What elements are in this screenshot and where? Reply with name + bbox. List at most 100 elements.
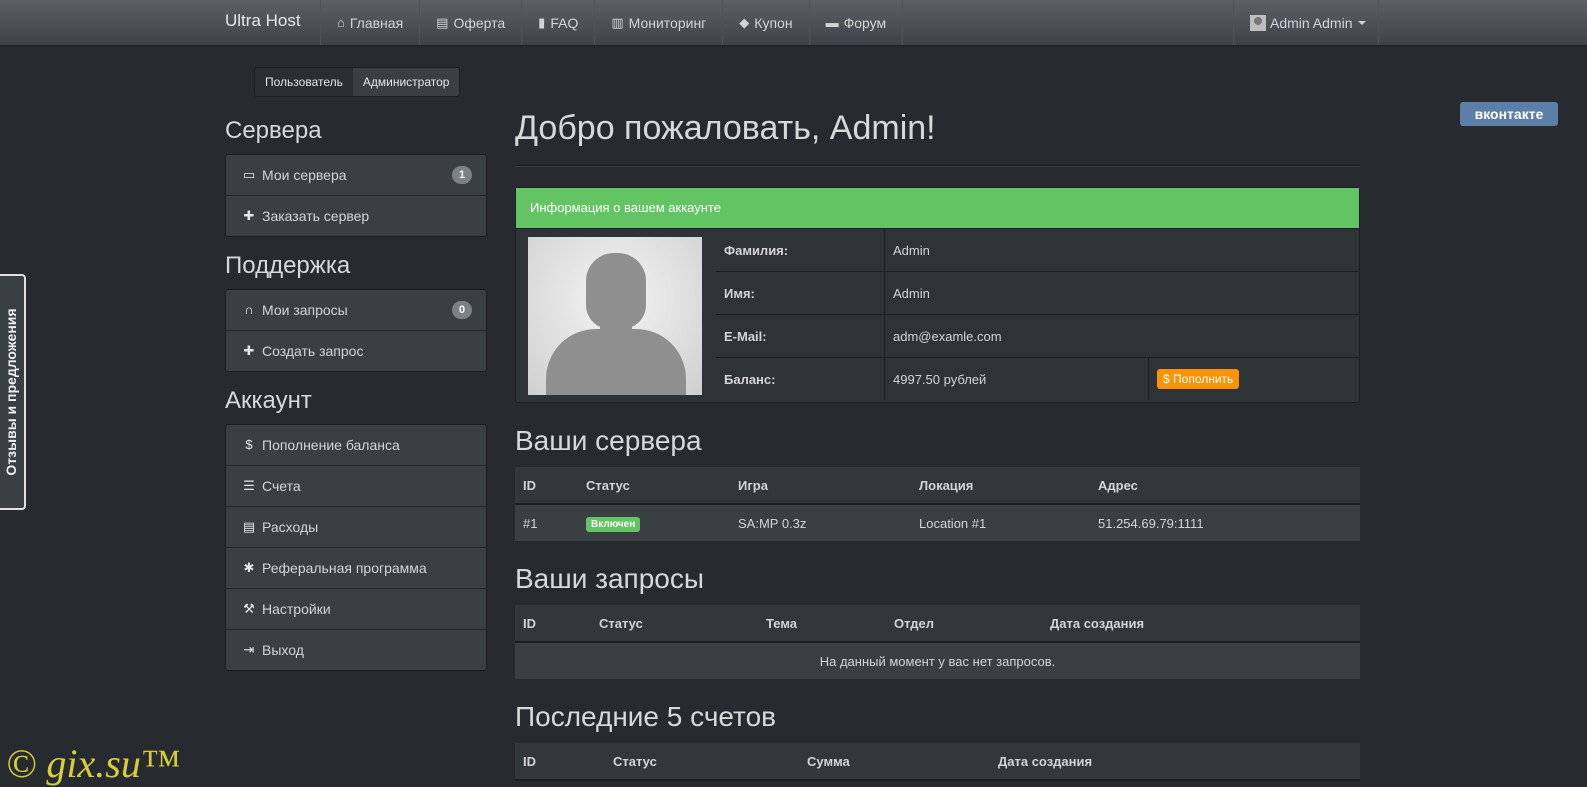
sidebar-item-expenses[interactable]: ▤ Расходы <box>226 506 486 547</box>
sidebar-servers-title: Сервера <box>225 117 322 144</box>
account-menu: $ Пополнение баланса ☰ Счета ▤ Расходы ✱… <box>225 424 487 671</box>
sidebar-support-title: Поддержка <box>225 252 351 279</box>
account-info-table: Фамилия: Admin Имя: Admin E-Mail: adm@ex… <box>716 229 1359 400</box>
role-admin-button[interactable]: Администратор <box>352 68 460 96</box>
nav-home-label: Главная <box>349 14 404 31</box>
col-header: ID <box>515 605 591 643</box>
info-empty-cell <box>1148 271 1359 315</box>
sidebar-item-label: Настройки <box>262 601 331 617</box>
col-header: Отдел <box>886 605 1042 643</box>
col-header: Адрес <box>1090 467 1360 505</box>
watermark: © gix.su™ <box>6 741 181 786</box>
top-navbar: Ultra Host ⌂ Главная ▤ Оферта ▮ FAQ ▥ Мо… <box>0 0 1587 46</box>
list-alt-icon: ▤ <box>242 519 256 534</box>
nav-forum[interactable]: ▬ Форум <box>808 0 904 45</box>
home-icon: ⌂ <box>337 14 345 30</box>
nav-offer[interactable]: ▤ Оферта <box>419 0 521 45</box>
info-label: Фамилия: <box>716 229 885 272</box>
invoices-table: ID Статус Сумма Дата создания <box>515 743 1360 781</box>
table-header-row: ID Статус Сумма Дата создания <box>515 743 1360 781</box>
info-value: Admin <box>884 271 1149 315</box>
col-header: ID <box>515 743 605 781</box>
table-row[interactable]: #1 Включен SA:MP 0.3z Location #1 51.254… <box>515 504 1360 541</box>
server-game: SA:MP 0.3z <box>730 504 911 541</box>
profile-avatar <box>528 237 702 395</box>
tag-icon: ◆ <box>739 14 750 30</box>
servers-table: ID Статус Игра Локация Адрес #1 Включен … <box>515 467 1360 541</box>
info-empty-cell <box>1148 314 1359 358</box>
col-header: Дата создания <box>1042 605 1360 643</box>
table-header-row: ID Статус Игра Локация Адрес <box>515 467 1360 505</box>
sidebar-item-create-request[interactable]: ✚ Создать запрос <box>226 330 486 371</box>
sidebar-item-label: Мои сервера <box>262 167 347 183</box>
sidebar-item-referral[interactable]: ✱ Реферальная программа <box>226 547 486 588</box>
nav-faq-label: FAQ <box>550 14 579 31</box>
sidebar-account-title: Аккаунт <box>225 387 312 414</box>
user-avatar-icon <box>1250 14 1266 31</box>
sidebar-item-order-server[interactable]: ✚ Заказать сервер <box>226 195 486 236</box>
sidebar-item-my-servers[interactable]: ▭ Мои сервера 1 <box>226 155 486 195</box>
server-id: #1 <box>515 504 578 541</box>
nav-coupon[interactable]: ◆ Купон <box>722 0 808 45</box>
sidebar-item-settings[interactable]: ⚒ Настройки <box>226 588 486 629</box>
feedback-tab[interactable]: Отзывы и предложения <box>0 274 26 510</box>
divider <box>515 165 1360 167</box>
sidebar-item-invoices[interactable]: ☰ Счета <box>226 465 486 506</box>
sidebar-item-label: Заказать сервер <box>262 208 370 224</box>
dollar-icon: $ <box>245 437 253 452</box>
avatar-silhouette-body <box>546 329 686 395</box>
sidebar-item-label: Реферальная программа <box>262 560 427 576</box>
chevron-down-icon <box>1358 20 1367 25</box>
vk-button[interactable]: вконтакте <box>1460 102 1558 126</box>
requests-table: ID Статус Тема Отдел Дата создания На да… <box>515 605 1360 679</box>
account-info-body: Фамилия: Admin Имя: Admin E-Mail: adm@ex… <box>516 229 1359 402</box>
page-title: Добро пожаловать, Admin! <box>515 109 936 147</box>
sidebar-item-logout[interactable]: ⇥ Выход <box>226 629 486 670</box>
support-menu: ∩ Мои запросы 0 ✚ Создать запрос <box>225 289 487 372</box>
nav-monitoring-label: Мониторинг <box>628 14 707 31</box>
headphones-icon: ∩ <box>244 302 254 317</box>
info-value: 4997.50 рублей <box>884 357 1149 400</box>
info-row-balance: Баланс: 4997.50 рублей $ Пополнить <box>716 357 1359 400</box>
main-content: Добро пожаловать, Admin! Информация о ва… <box>515 100 1360 781</box>
info-label: Имя: <box>716 271 885 315</box>
account-info-panel: Информация о вашем аккаунте Фамилия: Adm… <box>515 187 1360 403</box>
invoices-section-title: Последние 5 счетов <box>515 701 777 732</box>
info-row-firstname: Имя: Admin <box>716 271 1359 315</box>
sidebar-item-topup[interactable]: $ Пополнение баланса <box>226 425 486 465</box>
server-address: 51.254.69.79:1111 <box>1090 504 1360 541</box>
col-header: Статус <box>605 743 799 781</box>
list-icon: ☰ <box>243 478 255 493</box>
status-badge: Включен <box>586 516 641 532</box>
info-label: Баланс: <box>716 357 885 400</box>
comment-icon: ▬ <box>825 14 839 30</box>
sidebar-item-label: Пополнение баланса <box>262 437 400 453</box>
sidebar-item-label: Счета <box>262 478 301 494</box>
col-header: Игра <box>730 467 911 505</box>
role-user-button[interactable]: Пользователь <box>255 68 353 96</box>
col-header: Статус <box>578 467 730 505</box>
nav-offer-label: Оферта <box>453 14 506 31</box>
vk-label: вконтакте <box>1474 106 1544 122</box>
nav-monitoring[interactable]: ▥ Мониторинг <box>594 0 722 45</box>
table-row: На данный момент у вас нет запросов. <box>515 642 1360 679</box>
topup-button[interactable]: $ Пополнить <box>1157 369 1240 389</box>
col-header: Тема <box>758 605 886 643</box>
info-label: E-Mail: <box>716 314 885 358</box>
requests-section-title: Ваши запросы <box>515 563 704 594</box>
plus-icon: ✚ <box>243 343 255 358</box>
user-menu-label: Admin Admin <box>1270 14 1353 31</box>
sidebar-item-my-requests[interactable]: ∩ Мои запросы 0 <box>226 290 486 330</box>
sidebar-item-label: Мои запросы <box>262 302 348 318</box>
server-status-cell: Включен <box>578 504 730 541</box>
col-header: Статус <box>591 605 758 643</box>
nav-home[interactable]: ⌂ Главная <box>320 0 419 45</box>
nav-faq[interactable]: ▮ FAQ <box>521 0 594 45</box>
col-header: ID <box>515 467 578 505</box>
user-menu[interactable]: Admin Admin <box>1233 0 1379 45</box>
col-header: Дата создания <box>990 743 1360 781</box>
nav-coupon-label: Купон <box>754 14 793 31</box>
brand-logo[interactable]: Ultra Host <box>225 0 301 45</box>
wrench-icon: ⚒ <box>243 601 255 616</box>
info-value: Admin <box>893 242 930 258</box>
